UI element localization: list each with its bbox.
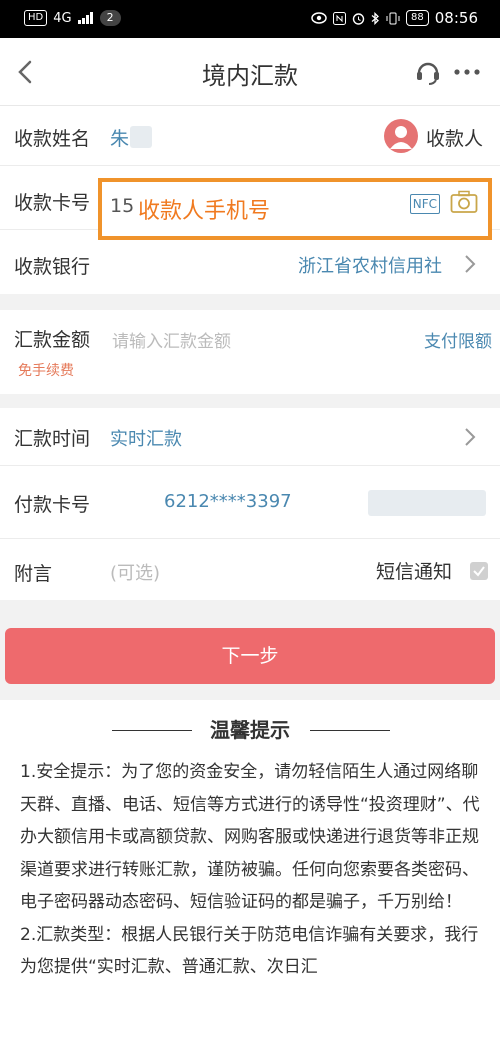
name-blur [130,126,152,148]
payee-name-row: 收款姓名 朱 收款人 [0,106,500,166]
payee-bank-value[interactable]: 浙江省农村信用社 [298,252,442,278]
payer-card-value[interactable]: 6212****3397 [164,491,292,512]
signal-icon [77,12,93,24]
fee-note: 免手续费 [18,363,74,379]
transfer-details-card: 汇款时间 实时汇款 付款卡号 6212****3397 [0,408,500,538]
amount-input[interactable]: 请输入汇款金额 [112,327,231,352]
payer-balance-blur [368,490,486,516]
nfc-status-icon [333,11,347,25]
sms-notify-checkbox[interactable] [470,562,488,580]
tips-divider-right [310,730,390,731]
payee-card-label: 收款卡号 [14,192,91,214]
phone-number-annotation: 收款人手机号 [138,199,271,224]
battery-indicator: 88 [406,10,429,26]
transfer-time-row[interactable]: 汇款时间 实时汇款 [0,408,500,466]
payee-avatar-icon[interactable] [384,119,418,153]
transfer-time-label: 汇款时间 [14,428,91,450]
sms-notify-label: 短信通知 [376,561,453,583]
tips-body: 1.安全提示：为了您的资金安全，请勿轻信陌生人通过网络聊天群、直播、电话、短信等… [20,756,485,984]
note-input[interactable]: (可选) [110,559,160,585]
payer-card-row[interactable]: 付款卡号 6212****3397 [0,466,500,538]
payment-limit-link[interactable]: 支付限额 [424,327,492,352]
amount-label: 汇款金额 [14,329,91,351]
payer-card-label: 付款卡号 [14,494,91,516]
eye-icon [311,12,327,24]
payee-list-button[interactable]: 收款人 [426,124,483,151]
customer-service-icon[interactable] [414,58,442,86]
bluetooth-icon [371,11,379,25]
vibrate-icon [386,12,400,24]
alarm-icon [352,12,365,25]
transfer-time-value[interactable]: 实时汇款 [110,425,182,451]
chevron-right-icon [465,255,476,273]
nav-bar: 境内汇款 [0,38,500,106]
tips-title: 温馨提示 [210,718,290,742]
camera-icon[interactable] [450,190,478,214]
tips-section: 温馨提示 1.安全提示：为了您的资金安全，请勿轻信陌生人通过网络聊天群、直播、电… [0,700,500,1039]
card-prefix-visible: 15 [110,195,135,217]
amount-card: 汇款金额 请输入汇款金额 支付限额 免手续费 [0,310,500,394]
chevron-right-icon [465,428,476,446]
hd-indicator: HD [24,10,48,26]
more-icon[interactable] [452,58,482,86]
clock: 08:56 [434,9,478,27]
tips-paragraph: 1.安全提示：为了您的资金安全，请勿轻信陌生人通过网络聊天群、直播、电话、短信等… [20,762,480,912]
network-label: 4G [53,10,72,26]
next-step-button[interactable]: 下一步 [5,628,495,684]
status-bar: HD 4G 2 88 08:56 [0,0,500,38]
sim-badge: 2 [99,10,121,26]
note-label: 附言 [14,563,53,585]
payee-name-label: 收款姓名 [14,128,91,150]
payee-card-input[interactable]: 15 收款人手机号 NFC [98,178,492,240]
nfc-button[interactable]: NFC [409,194,440,214]
payee-name-value[interactable]: 朱 [110,124,129,151]
tips-paragraph: 2.汇款类型：根据人民银行关于防范电信诈骗有关要求，我行为您提供“实时汇款、普通… [20,924,479,978]
payee-bank-label: 收款银行 [14,256,91,278]
note-card: 附言 (可选) 短信通知 [0,538,500,600]
